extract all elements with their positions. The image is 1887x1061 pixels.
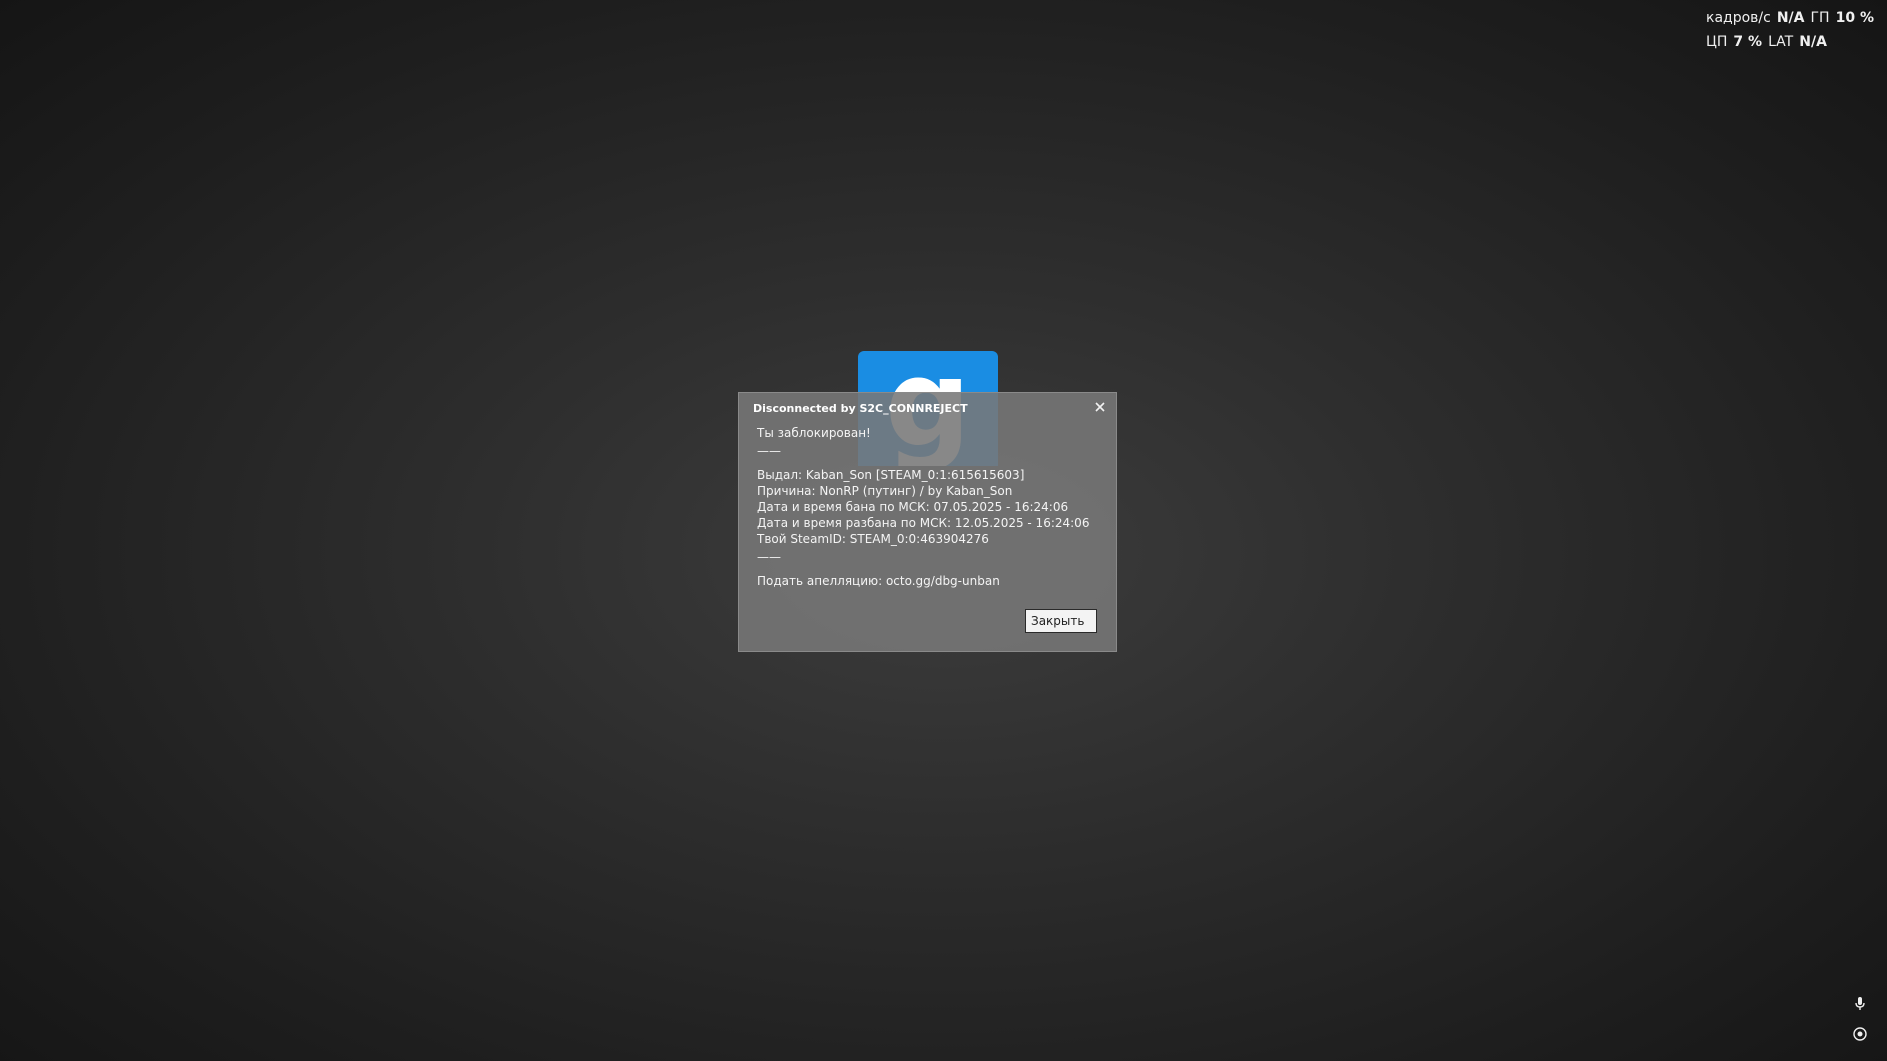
latency-value: N/A (1799, 34, 1827, 50)
unban-date-text: Дата и время разбана по МСК: 12.05.2025 … (757, 516, 1090, 530)
overlay-row-2: ЦП 7 % LAT N/A (1706, 30, 1881, 54)
record-icon-glyph (1853, 1027, 1867, 1041)
ban-date-text: Дата и время бана по МСК: 07.05.2025 - 1… (757, 500, 1069, 514)
cpu-label: ЦП (1706, 34, 1728, 50)
cpu-value: 7 % (1733, 34, 1763, 50)
disconnect-dialog: Disconnected by S2C_CONNREJECT Ты заблок… (738, 392, 1117, 652)
dialog-message: Ты заблокирован! —— Выдал: Kaban_Son [ST… (757, 425, 1104, 589)
record-icon[interactable] (1852, 1026, 1868, 1042)
microphone-icon[interactable] (1852, 996, 1868, 1012)
close-button[interactable]: Закрыть (1025, 609, 1097, 633)
dialog-title: Disconnected by S2C_CONNREJECT (753, 402, 968, 415)
separator-line: —— (757, 444, 781, 458)
separator-line: —— (757, 550, 781, 564)
appeal-text: Подать апелляцию: octo.gg/dbg-unban (757, 574, 1000, 588)
microphone-icon-glyph (1855, 997, 1865, 1010)
overlay-row-1: кадров/с N/A ГП 10 % (1706, 6, 1881, 30)
fps-value: N/A (1776, 10, 1805, 26)
fps-label: кадров/с (1706, 10, 1771, 26)
gpu-label: ГП (1810, 10, 1830, 26)
issued-by-text: Выдал: Kaban_Son [STEAM_0:1:615615603] (757, 468, 1025, 482)
latency-label: LAT (1768, 34, 1794, 50)
steamid-text: Твой SteamID: STEAM_0:0:463904276 (757, 532, 989, 546)
close-icon[interactable] (1092, 399, 1108, 415)
gpu-value: 10 % (1835, 10, 1874, 26)
ban-heading: Ты заблокирован! (757, 426, 871, 440)
ban-reason-text: Причина: NonRP (путинг) / by Kaban_Son (757, 484, 1013, 498)
performance-overlay: кадров/с N/A ГП 10 % ЦП 7 % LAT N/A (1706, 6, 1881, 54)
close-icon-glyph (1095, 402, 1105, 412)
